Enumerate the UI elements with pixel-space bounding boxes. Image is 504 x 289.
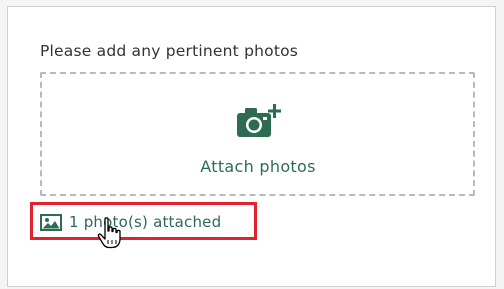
hand-pointer-cursor (97, 217, 121, 249)
photos-prompt-label: Please add any pertinent photos (40, 42, 299, 60)
attach-photos-button[interactable]: Attach photos (0, 157, 504, 176)
photos-attached-link[interactable]: 1 photo(s) attached (40, 212, 221, 232)
camera-add-icon[interactable] (237, 104, 283, 138)
photos-attached-text[interactable]: 1 photo(s) attached (69, 213, 221, 231)
screen: Please add any pertinent photos Attach p… (0, 0, 504, 289)
image-icon (40, 213, 62, 231)
